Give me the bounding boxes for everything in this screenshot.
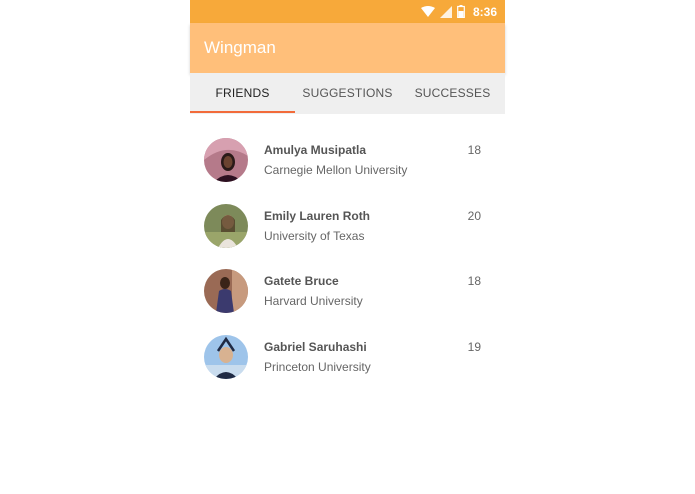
app-title: Wingman xyxy=(204,38,276,57)
tab-friends[interactable]: FRIENDS xyxy=(190,73,295,114)
app-bar: Wingman xyxy=(190,23,505,73)
status-time: 8:36 xyxy=(472,4,497,19)
active-tab-indicator xyxy=(190,111,295,113)
signal-icon xyxy=(439,5,452,18)
friend-school: University of Texas xyxy=(264,229,365,243)
tab-bar: FRIENDS SUGGESTIONS SUCCESSES xyxy=(190,73,505,114)
avatar xyxy=(204,204,248,248)
friend-age: 18 xyxy=(467,274,481,288)
avatar xyxy=(204,138,248,182)
list-item[interactable]: Emily Lauren Roth University of Texas 20 xyxy=(190,194,505,258)
wifi-icon xyxy=(420,5,435,18)
list-item[interactable]: Gatete Bruce Harvard University 18 xyxy=(190,259,505,323)
friend-name: Emily Lauren Roth xyxy=(264,209,371,223)
status-bar: 8:36 xyxy=(190,0,505,23)
avatar xyxy=(204,335,248,379)
tab-suggestions[interactable]: SUGGESTIONS xyxy=(295,73,400,114)
tab-successes[interactable]: SUCCESSES xyxy=(400,73,505,114)
battery-icon xyxy=(457,5,465,18)
friend-school: Carnegie Mellon University xyxy=(264,163,408,177)
friend-name: Gabriel Saruhashi xyxy=(264,340,367,354)
friend-age: 19 xyxy=(467,340,481,354)
friend-name: Gatete Bruce xyxy=(264,274,339,288)
list-item[interactable]: Gabriel Saruhashi Princeton University 1… xyxy=(190,325,505,389)
avatar xyxy=(204,269,248,313)
list-item[interactable]: Amulya Musipatla Carnegie Mellon Univers… xyxy=(190,128,505,192)
phone-screen: 8:36 Wingman FRIENDS SUGGESTIONS SUCCESS… xyxy=(190,0,505,494)
friend-school: Princeton University xyxy=(264,360,371,374)
friend-age: 18 xyxy=(467,143,481,157)
friend-name: Amulya Musipatla xyxy=(264,143,367,157)
friend-age: 20 xyxy=(467,209,481,223)
friend-school: Harvard University xyxy=(264,294,363,308)
status-icons: 8:36 xyxy=(420,0,497,23)
